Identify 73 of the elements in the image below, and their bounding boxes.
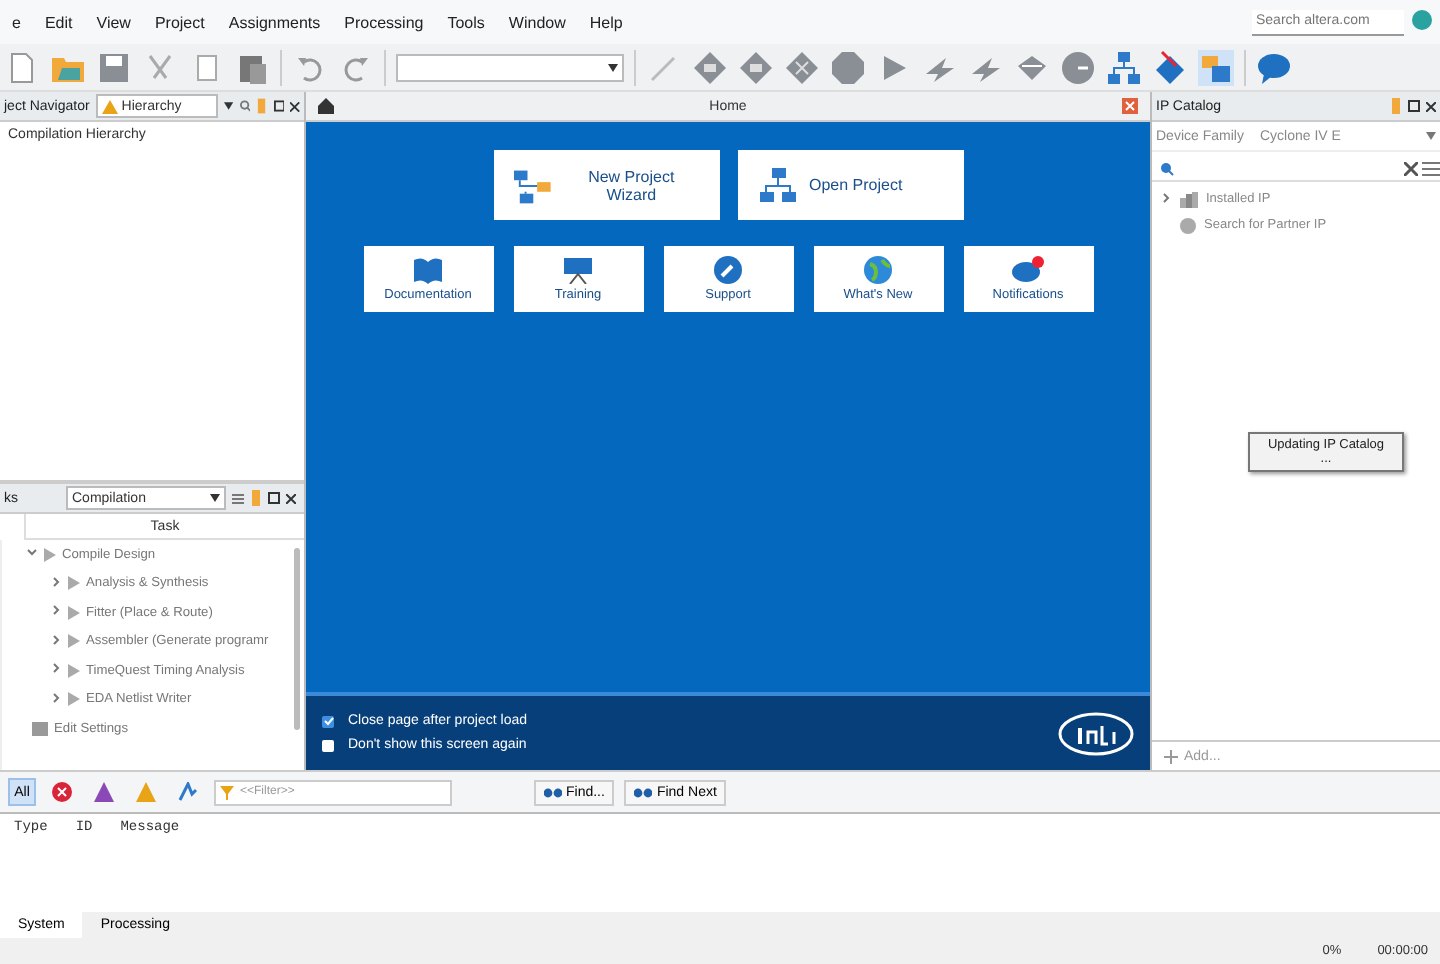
funnel-icon (220, 785, 234, 799)
chevron-right-icon (1160, 191, 1172, 203)
close-icon (290, 101, 300, 111)
plus-icon (1164, 749, 1178, 763)
menu-item[interactable]: View (84, 13, 143, 31)
menu-item[interactable]: Project (142, 13, 217, 31)
pin-icon (256, 98, 268, 114)
settings-icon (32, 721, 48, 736)
checkbox[interactable] (322, 739, 334, 751)
diamond-icon[interactable] (738, 49, 774, 85)
suppressed-icon (178, 782, 198, 802)
menu-item[interactable]: Edit (32, 13, 85, 31)
close-icon (1426, 101, 1436, 111)
warning-triangle-icon (94, 782, 114, 802)
menu-icon (1422, 161, 1440, 175)
close-icon (286, 493, 296, 503)
revision-dropdown[interactable] (396, 53, 624, 81)
pin-icon (1390, 98, 1402, 114)
save-icon[interactable] (96, 49, 132, 85)
ip-blocks-icon[interactable] (1198, 49, 1234, 85)
flowchart-icon (513, 165, 552, 205)
menu-item[interactable]: e (0, 13, 33, 31)
hierarchy-icon (757, 165, 797, 205)
float-icon (1408, 100, 1420, 112)
stop-icon[interactable] (830, 49, 866, 85)
home-icon (318, 98, 334, 114)
library-icon (1180, 191, 1198, 207)
diamond-icon[interactable] (692, 49, 728, 85)
search-icon (1160, 161, 1174, 175)
warning-icon (101, 99, 118, 113)
clear-icon (1404, 161, 1418, 175)
float-icon (268, 492, 280, 504)
menu-item[interactable]: Help (577, 13, 635, 31)
list-icon (232, 493, 244, 503)
diamond-icon[interactable] (784, 49, 820, 85)
chevron-right-icon (50, 633, 62, 646)
chat-bubble-icon (1012, 256, 1044, 284)
globe-icon (1180, 217, 1196, 233)
chevron-right-icon (50, 604, 62, 617)
logo-icon (1058, 711, 1134, 755)
binoculars-icon (544, 786, 562, 798)
binoculars-icon (634, 786, 653, 798)
filter-button[interactable] (46, 778, 78, 806)
action-button[interactable]: New Project Wizard (493, 150, 719, 220)
filter-button[interactable] (88, 778, 120, 806)
warning-icon (136, 782, 156, 802)
menu-item[interactable]: Processing (332, 13, 436, 31)
caret-icon (224, 102, 234, 110)
globe-icon (864, 256, 892, 284)
close-icon (1122, 98, 1138, 114)
check-icon (323, 716, 333, 726)
float-icon (273, 100, 285, 112)
menu-item[interactable]: Window (496, 13, 578, 31)
book-icon (412, 256, 444, 284)
caret-icon (210, 494, 220, 502)
error-icon (52, 782, 72, 802)
action-button[interactable]: Open Project (737, 150, 963, 220)
chevron-right-icon (50, 691, 62, 704)
chevron-down-icon (26, 546, 38, 559)
easel-icon (562, 256, 594, 284)
chat-icon[interactable] (1256, 49, 1292, 85)
menu-item[interactable]: Assignments (216, 13, 333, 31)
checkbox[interactable] (322, 715, 334, 727)
hierarchy-icon[interactable] (1106, 49, 1142, 85)
chevron-right-icon (50, 575, 62, 588)
caret-icon (1426, 132, 1436, 140)
search-icon (239, 100, 251, 112)
pin-icon (250, 490, 262, 506)
menu-item[interactable]: Tools (435, 13, 497, 31)
chevron-right-icon (50, 662, 62, 675)
diamond-icon[interactable] (1152, 49, 1188, 85)
globe-icon (1412, 10, 1432, 30)
caret-icon (608, 63, 618, 71)
